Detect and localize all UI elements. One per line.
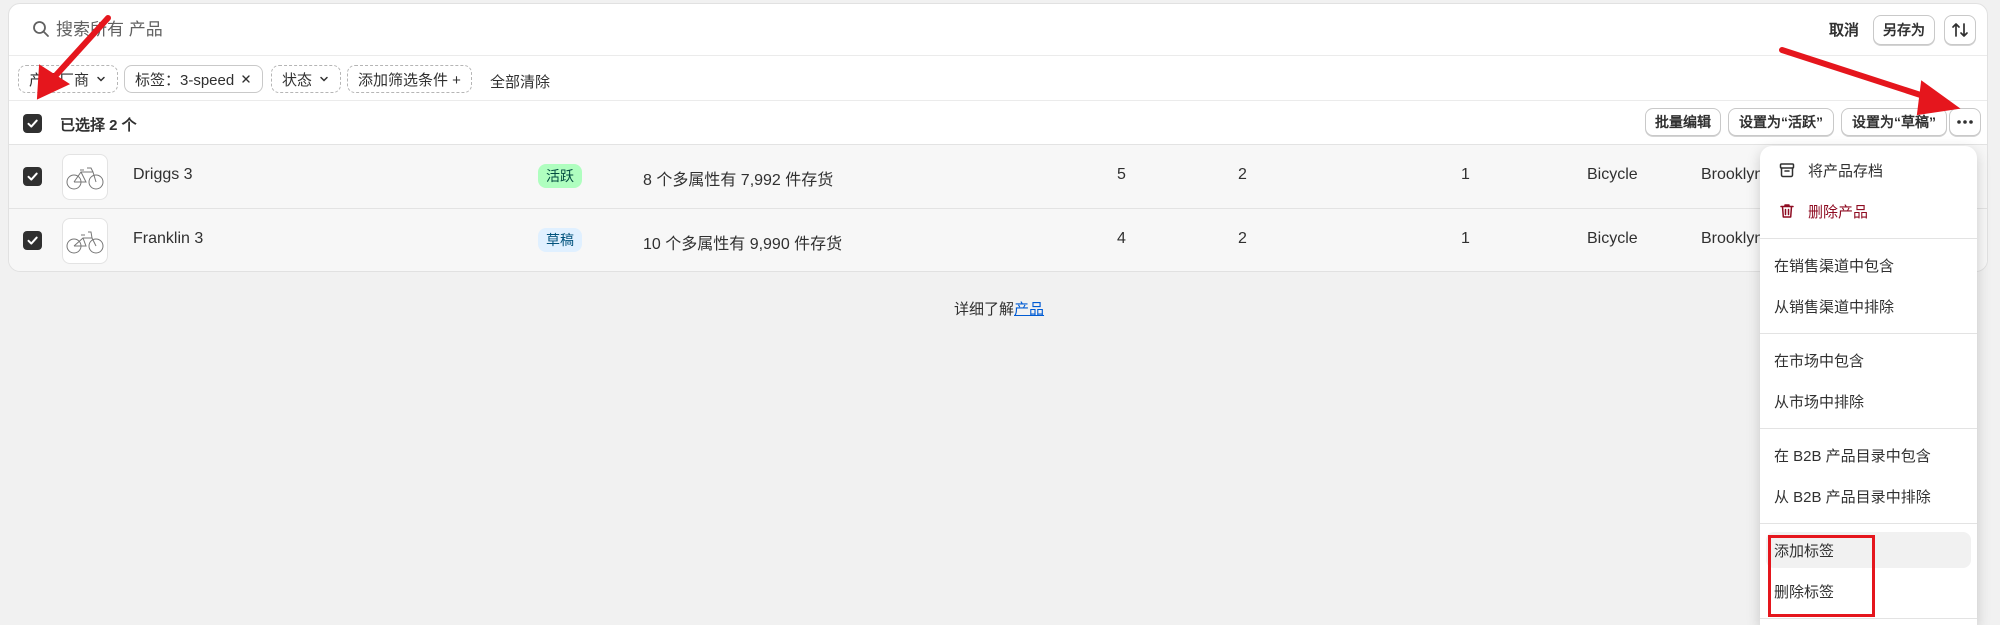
cancel-button[interactable]: 取消 bbox=[1829, 19, 1859, 40]
vendor-filter-chip[interactable]: 产品厂商 bbox=[18, 65, 119, 93]
menu-item-include-channels[interactable]: 在销售渠道中包含 bbox=[1766, 247, 1971, 283]
product-thumbnail[interactable] bbox=[62, 218, 108, 264]
tag-filter-chip[interactable]: 标签：3-speed bbox=[124, 65, 264, 93]
row-checkbox[interactable] bbox=[23, 231, 42, 250]
menu-item-label: 在 B2B 产品目录中包含 bbox=[1774, 447, 1931, 465]
vendor-filter-label: 产品厂商 bbox=[29, 71, 90, 89]
product-title[interactable]: Driggs 3 bbox=[133, 166, 193, 184]
search-bar: 取消 另存为 bbox=[9, 4, 1987, 56]
clear-all-button[interactable]: 全部清除 bbox=[490, 71, 550, 92]
sort-icon bbox=[1952, 23, 1968, 37]
status-filter-label: 状态 bbox=[282, 71, 313, 89]
bicycle-icon bbox=[66, 231, 104, 254]
trash-icon bbox=[1780, 204, 1794, 218]
tag-filter-label: 标签：3-speed bbox=[135, 71, 235, 89]
product-type-cell: Bicycle bbox=[1587, 166, 1638, 183]
menu-item-label: 从 B2B 产品目录中排除 bbox=[1774, 488, 1931, 506]
menu-item-exclude-markets[interactable]: 从市场中排除 bbox=[1766, 383, 1971, 419]
menu-divider bbox=[1760, 523, 1977, 524]
sales-channels-cell: 5 bbox=[1117, 166, 1126, 183]
ellipsis-icon bbox=[1957, 120, 1973, 124]
catalogs-cell: 1 bbox=[1461, 166, 1470, 183]
learn-more-prefix: 详细了解 bbox=[954, 301, 1015, 318]
menu-item-exclude-b2b[interactable]: 从 B2B 产品目录中排除 bbox=[1766, 478, 1971, 514]
menu-item-label: 删除产品 bbox=[1808, 203, 1869, 221]
checkmark-icon bbox=[27, 172, 38, 181]
menu-item-label: 从市场中排除 bbox=[1774, 393, 1865, 411]
menu-item-exclude-channels[interactable]: 从销售渠道中排除 bbox=[1766, 288, 1971, 324]
menu-item-label: 将产品存档 bbox=[1808, 162, 1884, 180]
status-badge: 活跃 bbox=[538, 164, 582, 188]
product-type-cell: Bicycle bbox=[1587, 230, 1638, 247]
markets-cell: 2 bbox=[1238, 166, 1247, 183]
annotation-highlight-box bbox=[1768, 535, 1875, 617]
filter-bar: 产品厂商 标签：3-speed 状态 添加筛选条件 + 全部清除 bbox=[9, 56, 1987, 101]
inventory-cell: 10 个多属性有 9,990 件存货 bbox=[643, 236, 843, 253]
close-icon[interactable] bbox=[240, 73, 252, 85]
table-row[interactable]: Franklin 3 草稿 10 个多属性有 9,990 件存货 4 2 1 B… bbox=[9, 209, 1987, 271]
inventory-cell: 8 个多属性有 7,992 件存货 bbox=[643, 172, 834, 189]
search-icon bbox=[33, 21, 49, 37]
menu-divider bbox=[1760, 618, 1977, 619]
menu-divider bbox=[1760, 333, 1977, 334]
select-all-checkbox[interactable] bbox=[23, 114, 42, 133]
products-card: 取消 另存为 产品厂商 标签：3-speed 状态 添加筛选条件 + 全部清除 … bbox=[8, 3, 1988, 272]
chevron-down-icon bbox=[97, 76, 105, 82]
sort-button[interactable] bbox=[1944, 15, 1976, 45]
set-active-label: 设置为“活跃” bbox=[1739, 114, 1823, 130]
set-draft-button[interactable]: 设置为“草稿” bbox=[1841, 108, 1947, 136]
checkmark-icon bbox=[27, 236, 38, 245]
set-active-button[interactable]: 设置为“活跃” bbox=[1728, 108, 1834, 136]
add-filter-button[interactable]: 添加筛选条件 + bbox=[347, 65, 472, 93]
markets-cell: 2 bbox=[1238, 230, 1247, 247]
bicycle-icon bbox=[66, 167, 104, 190]
add-filter-label: 添加筛选条件 + bbox=[358, 71, 461, 89]
product-title[interactable]: Franklin 3 bbox=[133, 230, 203, 248]
bulk-action-bar: 已选择 2 个 批量编辑 设置为“活跃” 设置为“草稿” bbox=[9, 101, 1987, 145]
menu-item-include-markets[interactable]: 在市场中包含 bbox=[1766, 342, 1971, 378]
catalogs-cell: 1 bbox=[1461, 230, 1470, 247]
bulk-edit-label: 批量编辑 bbox=[1655, 114, 1711, 130]
menu-item-archive[interactable]: 将产品存档 bbox=[1766, 152, 1971, 188]
save-as-button[interactable]: 另存为 bbox=[1873, 15, 1935, 45]
menu-divider bbox=[1760, 238, 1977, 239]
menu-divider bbox=[1760, 428, 1977, 429]
vendor-cell: Brooklyn bbox=[1701, 230, 1764, 247]
sales-channels-cell: 4 bbox=[1117, 230, 1126, 247]
save-as-label: 另存为 bbox=[1883, 22, 1925, 38]
vendor-cell: Brooklyn bbox=[1701, 166, 1764, 183]
more-actions-button[interactable] bbox=[1949, 108, 1981, 136]
menu-item-label: 在市场中包含 bbox=[1774, 352, 1865, 370]
archive-icon bbox=[1779, 163, 1795, 178]
table-row[interactable]: Driggs 3 活跃 8 个多属性有 7,992 件存货 5 2 1 Bicy… bbox=[9, 145, 1987, 209]
search-input[interactable] bbox=[56, 17, 656, 43]
chevron-down-icon bbox=[320, 76, 328, 82]
menu-item-delete[interactable]: 删除产品 bbox=[1766, 193, 1971, 229]
row-checkbox[interactable] bbox=[23, 167, 42, 186]
menu-item-label: 从销售渠道中排除 bbox=[1774, 298, 1895, 316]
learn-more-text: 详细了解产品 bbox=[954, 298, 1044, 319]
checkmark-icon bbox=[27, 119, 38, 128]
bulk-edit-button[interactable]: 批量编辑 bbox=[1645, 108, 1721, 136]
status-badge: 草稿 bbox=[538, 228, 582, 252]
menu-item-label: 在销售渠道中包含 bbox=[1774, 257, 1895, 275]
selected-count: 已选择 2 个 bbox=[60, 117, 137, 134]
product-thumbnail[interactable] bbox=[62, 154, 108, 200]
status-filter-chip[interactable]: 状态 bbox=[271, 65, 342, 93]
set-draft-label: 设置为“草稿” bbox=[1852, 114, 1936, 130]
learn-more-link[interactable]: 产品 bbox=[1014, 301, 1044, 318]
menu-item-include-b2b[interactable]: 在 B2B 产品目录中包含 bbox=[1766, 437, 1971, 473]
